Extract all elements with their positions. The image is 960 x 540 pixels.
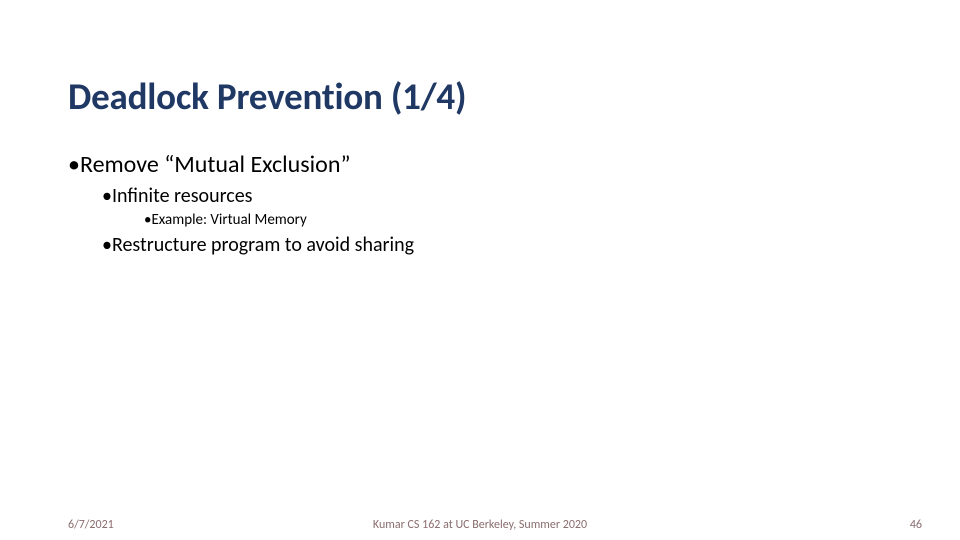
bullet-level-2: Restructure program to avoid sharing [102,233,892,258]
bullet-dot-icon [102,233,112,258]
slide-title: Deadlock Prevention (1/4) [68,74,466,119]
bullet-dot-icon [68,150,80,180]
bullet-dot-icon [102,184,112,209]
bullet-text: Example: Virtual Memory [151,211,306,229]
bullet-text: Remove “Mutual Exclusion” [80,150,351,179]
bullet-level-3: Example: Virtual Memory [144,211,892,231]
footer-page-number: 46 [910,518,922,532]
bullet-level-1: Remove “Mutual Exclusion” [68,150,892,180]
bullet-level-2: Infinite resources [102,184,892,209]
slide-body: Remove “Mutual Exclusion” Infinite resou… [68,148,892,260]
footer-center: Kumar CS 162 at UC Berkeley, Summer 2020 [0,518,960,532]
slide: Deadlock Prevention (1/4) Remove “Mutual… [0,0,960,540]
bullet-text: Infinite resources [112,184,253,208]
bullet-text: Restructure program to avoid sharing [112,233,414,257]
